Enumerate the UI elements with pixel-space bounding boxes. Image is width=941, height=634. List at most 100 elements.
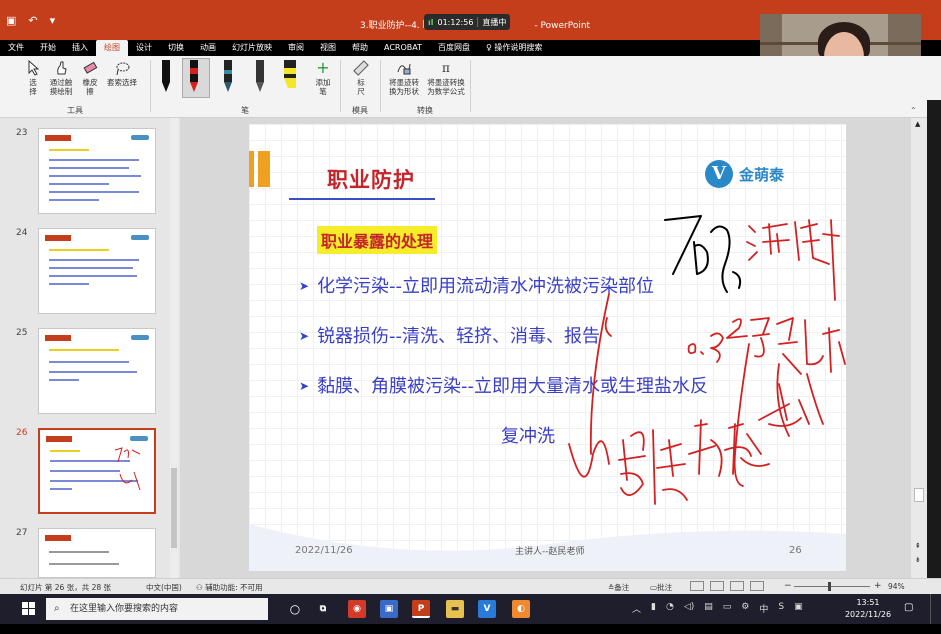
- arrow-bullet-icon: ➤: [299, 379, 310, 393]
- previous-slide-icon[interactable]: ⇞: [915, 542, 921, 550]
- draw-with-touch-button[interactable]: 通过触 摸绘制: [46, 60, 76, 96]
- app-icon-vertical[interactable]: V: [478, 600, 496, 618]
- bullet-continuation: 复冲洗: [501, 426, 555, 447]
- scroll-up-icon[interactable]: ▲: [915, 120, 920, 128]
- tools-group: 选 择 通过触 摸绘制 橡皮 擦 套索选择 工具: [0, 56, 150, 118]
- zoom-slider-thumb[interactable]: [828, 582, 831, 591]
- dark-pen-icon[interactable]: [220, 60, 236, 94]
- eraser-button[interactable]: 橡皮 擦: [78, 60, 102, 96]
- stencils-group: 标 尺 模具: [340, 56, 380, 118]
- thumbnail-number: 25: [16, 328, 28, 338]
- zoom-out-icon[interactable]: −: [784, 581, 792, 591]
- black-pen-icon[interactable]: [158, 60, 174, 94]
- undo-icon[interactable]: ↶: [28, 14, 37, 27]
- tray-app-icon[interactable]: ▤: [704, 602, 713, 615]
- ink-to-math-button[interactable]: π 将墨迹转换 为数学公式: [424, 60, 468, 96]
- tray-app-icon[interactable]: S: [778, 602, 784, 615]
- ink-to-math-label: 将墨迹转换 为数学公式: [427, 78, 465, 96]
- current-slide[interactable]: 职业防护 V 金萌泰 职业暴露的处理 ➤ 化学污染--立即用流动清水冲洗被污染部位…: [249, 124, 846, 571]
- comments-button[interactable]: ▭批注: [650, 582, 672, 593]
- tab-acrobat[interactable]: ACROBAT: [376, 40, 430, 56]
- pens-group-title: 笔: [241, 106, 249, 115]
- file-explorer-icon[interactable]: ▬: [446, 600, 464, 618]
- tab-home[interactable]: 开始: [32, 40, 64, 56]
- zoom-slider[interactable]: [794, 582, 870, 591]
- tray-app-icon[interactable]: ◔: [666, 602, 674, 615]
- zoom-in-icon[interactable]: +: [874, 581, 882, 591]
- volume-icon[interactable]: ◁): [684, 602, 694, 615]
- notes-label: 备注: [614, 583, 630, 592]
- scrollbar-thumb[interactable]: [914, 488, 924, 502]
- reading-view-button[interactable]: [730, 581, 744, 591]
- tab-animations[interactable]: 动画: [192, 40, 224, 56]
- tray-app-icon[interactable]: ▣: [794, 602, 803, 615]
- tab-help[interactable]: 帮助: [344, 40, 376, 56]
- tell-me-search[interactable]: ♀ 操作说明搜索: [478, 40, 550, 56]
- slide-page-number: 26: [789, 545, 802, 556]
- red-pen-icon[interactable]: [186, 60, 202, 94]
- ruler-button[interactable]: 标 尺: [350, 60, 372, 96]
- gray-pen-icon[interactable]: [252, 60, 268, 94]
- slide-scrollbar[interactable]: ▲ ⇞ ⇟: [911, 118, 927, 578]
- tray-chevron-icon[interactable]: ︿: [632, 602, 641, 615]
- tab-insert[interactable]: 插入: [64, 40, 96, 56]
- accessibility-icon: ⚇: [196, 583, 206, 592]
- tab-view[interactable]: 视图: [312, 40, 344, 56]
- slide-sorter-button[interactable]: [710, 581, 724, 591]
- language-indicator[interactable]: 中文(中国): [146, 582, 182, 593]
- taskbar-search-box[interactable]: ⌕ 在这里输入你要搜索的内容: [46, 598, 268, 620]
- clock-date: 2022/11/26: [844, 610, 892, 619]
- app-icon-orange[interactable]: ◐: [512, 600, 530, 618]
- tray-app-icon[interactable]: ▮: [651, 602, 656, 615]
- slide-thumbnail-active[interactable]: [38, 428, 156, 514]
- touch-draw-icon: [57, 61, 67, 75]
- powerpoint-taskbar-icon[interactable]: P: [412, 600, 430, 618]
- slide-thumbnail[interactable]: [38, 228, 156, 314]
- ink-to-shape-button[interactable]: 将墨迹转 换为形状: [384, 60, 424, 96]
- lasso-select-button[interactable]: 套索选择: [104, 60, 140, 87]
- next-slide-icon[interactable]: ⇟: [915, 556, 921, 564]
- app-icon-red[interactable]: ◉: [348, 600, 366, 618]
- notes-button[interactable]: ≙备注: [608, 582, 629, 593]
- arrow-bullet-icon: ➤: [299, 329, 310, 343]
- slideshow-button[interactable]: [750, 581, 764, 591]
- network-icon[interactable]: ▭: [723, 602, 732, 615]
- ink-to-shape-label: 将墨迹转 换为形状: [389, 78, 419, 96]
- bullet-text: 化学污染--立即用流动清水冲洗被污染部位: [317, 276, 655, 297]
- tab-design[interactable]: 设计: [128, 40, 160, 56]
- cortana-icon[interactable]: ○: [286, 600, 304, 618]
- ime-indicator[interactable]: 中: [759, 602, 768, 615]
- select-button[interactable]: 选 择: [22, 60, 44, 96]
- slide-thumbnail[interactable]: [38, 328, 156, 414]
- ribbon: 选 择 通过触 摸绘制 橡皮 擦 套索选择 工具 + 添加 笔 笔 标 尺 模具…: [0, 56, 941, 118]
- taskbar-clock[interactable]: 13:51 2022/11/26: [838, 597, 898, 621]
- tab-slideshow[interactable]: 幻灯片放映: [224, 40, 280, 56]
- tab-draw[interactable]: 绘图: [96, 40, 128, 56]
- ribbon-tabs: 文件 开始 插入 绘图 设计 切换 动画 幻灯片放映 审阅 视图 帮助 ACRO…: [0, 40, 760, 56]
- accessibility-status[interactable]: ⚇ 辅助功能: 不可用: [196, 582, 263, 593]
- collapse-ribbon-icon[interactable]: ⌃: [910, 106, 917, 115]
- tab-transitions[interactable]: 切换: [160, 40, 192, 56]
- save-icon[interactable]: ▣: [6, 14, 16, 27]
- tab-baidu[interactable]: 百度网盘: [430, 40, 478, 56]
- cursor-icon: [28, 60, 40, 76]
- slide-thumbnail[interactable]: [38, 128, 156, 214]
- tab-file[interactable]: 文件: [0, 40, 32, 56]
- task-view-icon[interactable]: ⧉: [314, 600, 332, 618]
- slide-thumbnail[interactable]: [38, 528, 156, 578]
- bullet-item: ➤ 黏膜、角膜被污染--立即用大量清水或生理盐水反: [299, 372, 708, 398]
- tray-app-icon[interactable]: ⚙: [741, 602, 749, 615]
- add-pen-button[interactable]: + 添加 笔: [310, 60, 336, 97]
- tab-review[interactable]: 审阅: [280, 40, 312, 56]
- draw-touch-label: 通过触 摸绘制: [49, 78, 73, 96]
- normal-view-button[interactable]: [690, 581, 704, 591]
- notification-icon[interactable]: ▢: [904, 602, 913, 613]
- zoom-level[interactable]: 94%: [888, 582, 905, 591]
- pi-icon: π: [442, 61, 450, 75]
- app-icon-blue[interactable]: ▣: [380, 600, 398, 618]
- redo-icon[interactable]: ▾: [50, 14, 56, 27]
- thumbnail-scrollbar[interactable]: [170, 118, 178, 578]
- show-desktop-button[interactable]: [930, 594, 933, 624]
- highlighter-icon[interactable]: [282, 60, 298, 94]
- windows-start-icon[interactable]: [22, 602, 36, 616]
